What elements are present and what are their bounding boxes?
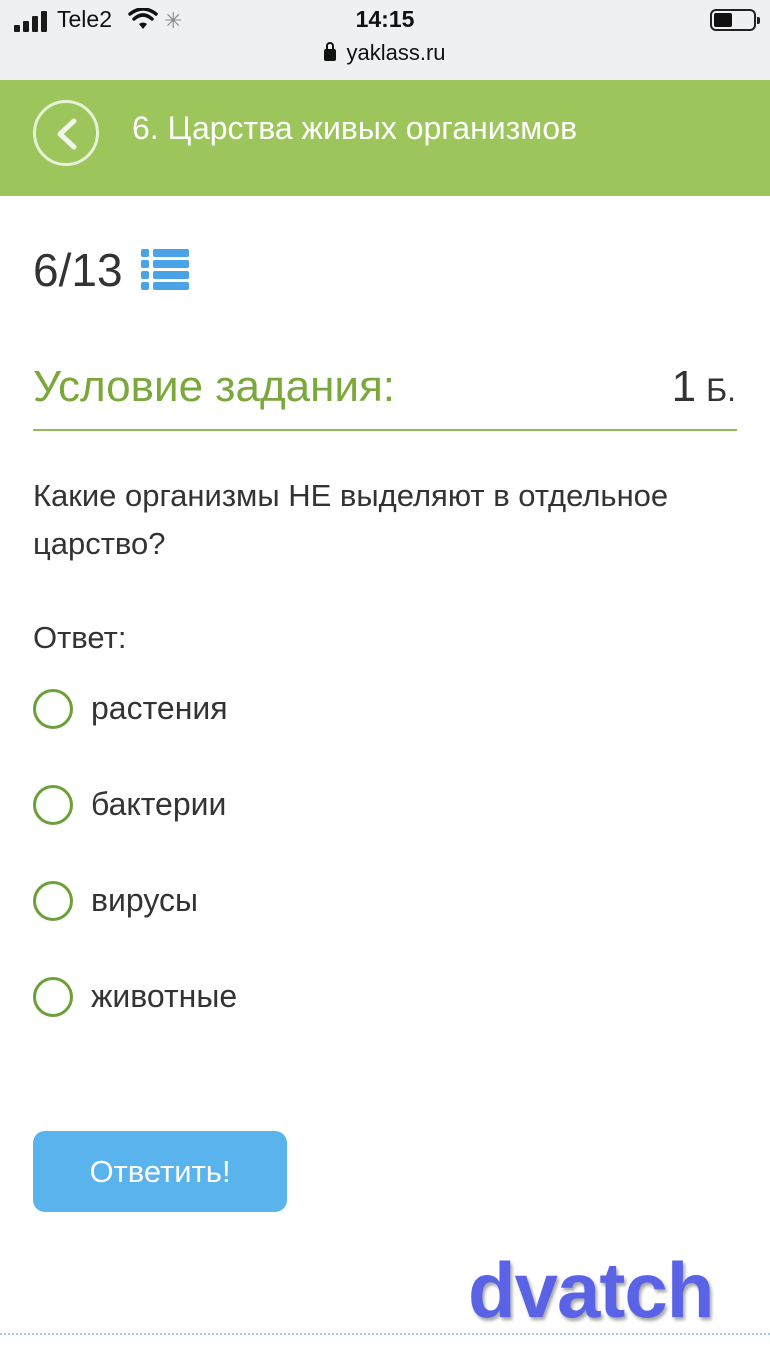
radio-button[interactable] [33,977,73,1017]
points-unit: Б. [706,372,736,408]
radio-button[interactable] [33,881,73,921]
url-text: yaklass.ru [346,40,446,65]
points-value: 1 [671,362,697,411]
battery-icon [710,9,760,31]
answer-label: Ответ: [33,620,127,655]
lock-icon [324,42,337,61]
chevron-left-icon [57,118,77,150]
back-button[interactable] [33,100,99,166]
option-label: вирусы [91,882,198,918]
submit-answer-button[interactable]: Ответить! [33,1131,287,1212]
option-label: животные [91,978,238,1014]
list-icon[interactable] [141,247,189,291]
option-label: растения [91,690,228,726]
question-counter: 6/13 [33,244,123,296]
radio-button[interactable] [33,689,73,729]
question-text: Какие организмы НЕ выделяют в отдельное … [33,478,669,561]
clock: 14:15 [355,6,415,32]
radio-button[interactable] [33,785,73,825]
task-condition-title: Условие задания: [33,362,396,411]
divider [33,429,737,431]
status-bar: Tele2 ✳ 14:15 yaklass.ru [0,0,770,80]
watermark: dvatch [468,1246,714,1334]
task-points: 1 Б. [672,362,736,412]
page-title: 6. Царства живых организмов [132,110,578,146]
dotted-divider [0,1333,770,1335]
url-bar[interactable]: yaklass.ru [0,40,770,66]
topic-header: 6. Царства живых организмов [0,80,770,196]
option-label: бактерии [91,786,227,822]
